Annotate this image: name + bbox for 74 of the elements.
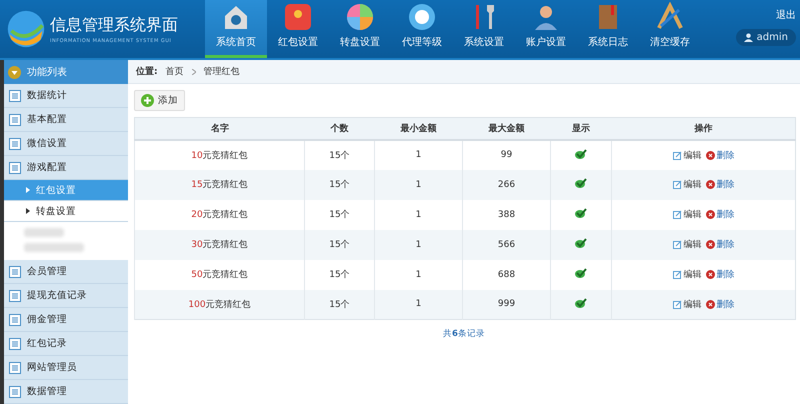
list-icon xyxy=(9,290,21,302)
list-icon xyxy=(9,362,21,374)
table-cell: 15个 xyxy=(304,290,374,320)
edit-link[interactable]: 编辑 xyxy=(672,148,702,162)
user-badge[interactable]: admin xyxy=(736,29,796,46)
delete-icon xyxy=(706,270,714,279)
list-icon xyxy=(9,314,21,326)
color-wheel-icon xyxy=(345,2,375,32)
delete-link[interactable]: 删除 xyxy=(706,268,734,281)
nav-tab[interactable]: 账户设置 xyxy=(515,0,577,58)
edit-link[interactable]: 编辑 xyxy=(672,268,702,281)
edit-link[interactable]: 编辑 xyxy=(672,208,702,221)
ruler-pencil-icon xyxy=(655,2,685,32)
list-icon xyxy=(9,90,21,102)
nav-tab[interactable]: 系统首页 xyxy=(205,0,267,58)
breadcrumb-item[interactable]: 首页 xyxy=(166,65,184,78)
nav-tab[interactable]: 清空缓存 xyxy=(639,0,701,58)
nav-tab[interactable]: 系统设置 xyxy=(453,0,515,58)
sidebar-title: 功能列表 xyxy=(27,66,67,79)
delete-link[interactable]: 删除 xyxy=(706,238,734,251)
edit-icon xyxy=(672,270,682,279)
table-cell: 1 xyxy=(374,290,462,320)
edit-icon xyxy=(672,300,682,309)
edit-icon xyxy=(672,240,682,249)
delete-icon xyxy=(706,180,714,189)
delete-link[interactable]: 删除 xyxy=(706,178,734,191)
breadcrumb-label: 位置: xyxy=(136,66,158,78)
user-icon xyxy=(744,33,753,42)
edit-link[interactable]: 编辑 xyxy=(672,178,702,191)
list-icon xyxy=(9,338,21,350)
name-cell: 100元竞猜红包 xyxy=(134,290,304,320)
record-count: 共6条记录 xyxy=(442,328,486,340)
edit-icon xyxy=(672,150,682,160)
blurred-placeholder xyxy=(24,228,64,237)
list-icon xyxy=(9,162,21,174)
triangle-icon xyxy=(26,208,30,214)
breadcrumb-item[interactable]: 管理红包 xyxy=(204,65,240,78)
delete-icon xyxy=(706,150,714,160)
blurred-placeholder xyxy=(24,243,84,252)
column-header: 名字 xyxy=(134,118,304,140)
column-header: 个数 xyxy=(304,118,374,140)
edit-icon xyxy=(672,210,682,219)
delete-icon xyxy=(706,210,714,219)
edit-icon xyxy=(672,180,682,189)
nav-tab[interactable]: 红包设置 xyxy=(267,0,329,58)
edit-link[interactable]: 编辑 xyxy=(672,298,702,311)
delete-link[interactable]: 删除 xyxy=(706,298,734,311)
table-cell: 999 xyxy=(462,290,550,320)
edit-link[interactable]: 编辑 xyxy=(672,238,702,251)
list-icon xyxy=(9,114,21,126)
column-header: 最大金额 xyxy=(462,118,550,140)
column-header: 最小金额 xyxy=(374,118,462,140)
list-icon xyxy=(9,386,21,398)
column-header: 操作 xyxy=(612,118,796,140)
add-button[interactable]: 添加 xyxy=(134,90,185,111)
list-icon xyxy=(9,138,21,150)
chevron-icon xyxy=(192,68,196,74)
dropdown-circle-icon xyxy=(8,66,21,78)
plus-icon xyxy=(141,94,154,107)
nav-tab[interactable]: 系统日志 xyxy=(577,0,639,58)
delete-link[interactable]: 删除 xyxy=(706,148,734,162)
nav-tab[interactable]: 代理等级 xyxy=(391,0,453,58)
nav-tab[interactable]: 转盘设置 xyxy=(329,0,391,58)
column-header: 显示 xyxy=(550,118,612,140)
logout-link[interactable]: 退出 xyxy=(776,8,796,22)
app-title: 信息管理系统界面 xyxy=(50,14,178,36)
envelope-icon xyxy=(283,2,313,32)
delete-icon xyxy=(706,300,714,309)
delete-icon xyxy=(706,240,714,249)
list-icon xyxy=(9,266,21,278)
sidebar-subitem[interactable]: 转盘设置 xyxy=(4,201,128,222)
delete-link[interactable]: 删除 xyxy=(706,208,734,221)
triangle-icon xyxy=(26,187,30,193)
globe-logo-icon xyxy=(6,9,46,49)
